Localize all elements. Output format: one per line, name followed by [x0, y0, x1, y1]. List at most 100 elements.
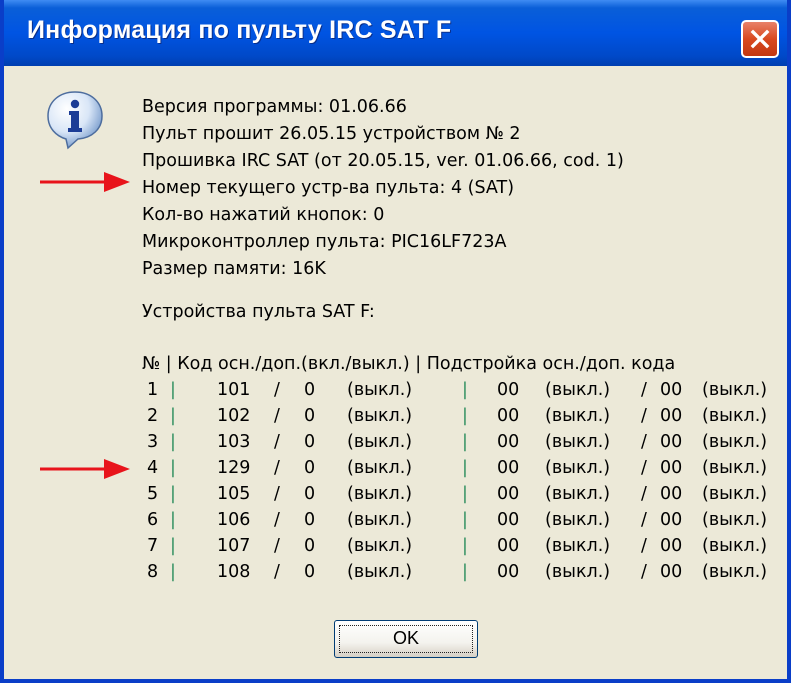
row-tune-add: 00 — [660, 484, 683, 504]
row-tune-main-state: (выкл.) — [545, 380, 611, 400]
row-main-code: 107 — [217, 536, 251, 556]
column-separator: | — [462, 458, 468, 478]
row-number: 1 — [147, 380, 159, 400]
tune-slash: / — [641, 510, 647, 530]
tune-slash: / — [641, 458, 647, 478]
row-tune-add: 00 — [660, 536, 683, 556]
row-code-state: (выкл.) — [347, 432, 413, 452]
row-number: 8 — [147, 562, 159, 582]
close-button[interactable] — [741, 20, 779, 58]
row-code-state: (выкл.) — [347, 484, 413, 504]
column-separator: | — [462, 432, 468, 452]
row-main-code: 101 — [217, 380, 251, 400]
column-separator: | — [170, 510, 176, 530]
column-separator: | — [462, 484, 468, 504]
focus-rectangle — [339, 625, 473, 653]
program-version-text: Версия программы: 01.06.66 — [142, 97, 407, 117]
code-slash: / — [274, 536, 280, 556]
row-tune-add-state: (выкл.) — [702, 484, 768, 504]
row-code-state: (выкл.) — [347, 458, 413, 478]
column-separator: | — [170, 536, 176, 556]
window-title: Информация по пульту IRC SAT F — [27, 16, 452, 44]
row-number: 7 — [147, 536, 159, 556]
code-slash: / — [274, 432, 280, 452]
row-tune-add-state: (выкл.) — [702, 406, 768, 426]
code-slash: / — [274, 562, 280, 582]
row-code-state: (выкл.) — [347, 510, 413, 530]
row-tune-main-state: (выкл.) — [545, 536, 611, 556]
row-number: 6 — [147, 510, 159, 530]
row-add-code: 0 — [304, 458, 316, 478]
tune-slash: / — [641, 484, 647, 504]
row-main-code: 105 — [217, 484, 251, 504]
column-separator: | — [462, 380, 468, 400]
row-code-state: (выкл.) — [347, 536, 413, 556]
tune-slash: / — [641, 406, 647, 426]
code-slash: / — [274, 510, 280, 530]
row-tune-add-state: (выкл.) — [702, 536, 768, 556]
memory-size-text: Размер памяти: 16K — [142, 259, 326, 279]
info-icon — [47, 91, 103, 150]
row-tune-main: 00 — [497, 432, 520, 452]
code-slash: / — [274, 458, 280, 478]
column-separator: | — [462, 536, 468, 556]
firmware-text: Прошивка IRC SAT (от 20.05.15, ver. 01.0… — [142, 151, 624, 171]
devices-heading: Устройства пульта SAT F: — [142, 302, 375, 322]
red-arrow-icon — [40, 459, 130, 479]
row-tune-add: 00 — [660, 406, 683, 426]
row-tune-add: 00 — [660, 562, 683, 582]
column-separator: | — [462, 562, 468, 582]
row-number: 4 — [147, 458, 159, 478]
row-code-state: (выкл.) — [347, 406, 413, 426]
row-code-state: (выкл.) — [347, 562, 413, 582]
row-main-code: 129 — [217, 458, 251, 478]
row-main-code: 103 — [217, 432, 251, 452]
row-main-code: 102 — [217, 406, 251, 426]
tune-slash: / — [641, 536, 647, 556]
row-tune-add-state: (выкл.) — [702, 432, 768, 452]
row-tune-add-state: (выкл.) — [702, 458, 768, 478]
code-slash: / — [274, 380, 280, 400]
row-tune-main-state: (выкл.) — [545, 406, 611, 426]
title-bar[interactable]: Информация по пульту IRC SAT F — [4, 0, 787, 66]
dialog-window: Информация по пульту IRC SAT F Версия пр… — [0, 0, 791, 683]
row-number: 5 — [147, 484, 159, 504]
ok-button[interactable]: OK — [334, 620, 478, 658]
row-tune-add: 00 — [660, 458, 683, 478]
row-number: 3 — [147, 432, 159, 452]
row-tune-main: 00 — [497, 562, 520, 582]
row-add-code: 0 — [304, 536, 316, 556]
row-tune-main-state: (выкл.) — [545, 432, 611, 452]
row-tune-main: 00 — [497, 510, 520, 530]
row-tune-add: 00 — [660, 432, 683, 452]
row-tune-main: 00 — [497, 458, 520, 478]
row-number: 2 — [147, 406, 159, 426]
row-add-code: 0 — [304, 380, 316, 400]
row-tune-add-state: (выкл.) — [702, 510, 768, 530]
column-separator: | — [170, 432, 176, 452]
row-tune-main: 00 — [497, 484, 520, 504]
row-tune-main-state: (выкл.) — [545, 562, 611, 582]
row-tune-main: 00 — [497, 406, 520, 426]
row-tune-main-state: (выкл.) — [545, 510, 611, 530]
column-separator: | — [170, 562, 176, 582]
info-lines: Версия программы: 01.06.66 Пульт прошит … — [142, 94, 624, 283]
row-add-code: 0 — [304, 406, 316, 426]
row-add-code: 0 — [304, 510, 316, 530]
column-separator: | — [170, 406, 176, 426]
row-tune-main: 00 — [497, 380, 520, 400]
row-main-code: 108 — [217, 562, 251, 582]
red-arrow-icon — [40, 172, 130, 192]
column-separator: | — [462, 510, 468, 530]
current-device-text: Номер текущего устр-ва пульта: 4 (SAT) — [142, 178, 515, 198]
row-add-code: 0 — [304, 432, 316, 452]
devices-table-header: № | Код осн./доп.(вкл./выкл.) | Подстрой… — [142, 354, 676, 374]
code-slash: / — [274, 406, 280, 426]
column-separator: | — [170, 380, 176, 400]
column-separator: | — [462, 406, 468, 426]
microcontroller-text: Микроконтроллер пульта: PIC16LF723A — [142, 232, 507, 252]
row-code-state: (выкл.) — [347, 380, 413, 400]
row-tune-main-state: (выкл.) — [545, 458, 611, 478]
row-tune-add-state: (выкл.) — [702, 562, 768, 582]
column-separator: | — [170, 484, 176, 504]
